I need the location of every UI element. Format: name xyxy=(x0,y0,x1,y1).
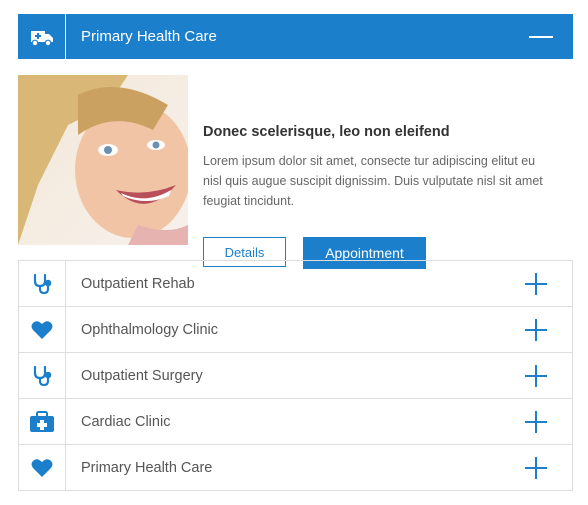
ambulance-icon xyxy=(18,14,66,59)
expand-icon[interactable] xyxy=(525,273,547,295)
accordion-item-label: Primary Health Care xyxy=(81,459,213,476)
collapse-icon[interactable] xyxy=(529,36,553,38)
accordion-item-outpatient-surgery[interactable]: Outpatient Surgery xyxy=(19,353,572,399)
expand-icon[interactable] xyxy=(525,411,547,433)
expand-icon[interactable] xyxy=(525,365,547,387)
accordion-list: Outpatient Rehab Ophthalmology Clinic Ou… xyxy=(18,260,573,491)
stethoscope-icon xyxy=(19,353,66,398)
accordion-panel: Donec scelerisque, leo non eleifend Lore… xyxy=(18,59,573,269)
accordion-item-label: Cardiac Clinic xyxy=(81,413,171,430)
panel-heading: Donec scelerisque, leo non eleifend xyxy=(203,124,450,140)
accordion-header-title: Primary Health Care xyxy=(81,28,217,45)
medical-kit-icon xyxy=(19,399,66,444)
doctor-photo xyxy=(18,75,188,245)
panel-text: Lorem ipsum dolor sit amet, consecte tur… xyxy=(203,154,543,208)
accordion-header-primary-health-care[interactable]: Primary Health Care xyxy=(18,14,573,59)
heart-icon xyxy=(19,445,66,490)
accordion-item-cardiac-clinic[interactable]: Cardiac Clinic xyxy=(19,399,572,445)
accordion-item-primary-health-care[interactable]: Primary Health Care xyxy=(19,445,572,491)
expand-icon[interactable] xyxy=(525,457,547,479)
accordion-item-label: Ophthalmology Clinic xyxy=(81,321,219,338)
accordion-item-label: Outpatient Surgery xyxy=(81,367,203,384)
expand-icon[interactable] xyxy=(525,319,547,341)
accordion-item-label: Outpatient Rehab xyxy=(81,275,195,292)
accordion: Primary Health Care Donec scelerisque, l… xyxy=(18,14,573,269)
accordion-item-ophthalmology-clinic[interactable]: Ophthalmology Clinic xyxy=(19,307,572,353)
stethoscope-icon xyxy=(19,261,66,306)
heart-icon xyxy=(19,307,66,352)
accordion-item-outpatient-rehab[interactable]: Outpatient Rehab xyxy=(19,261,572,307)
